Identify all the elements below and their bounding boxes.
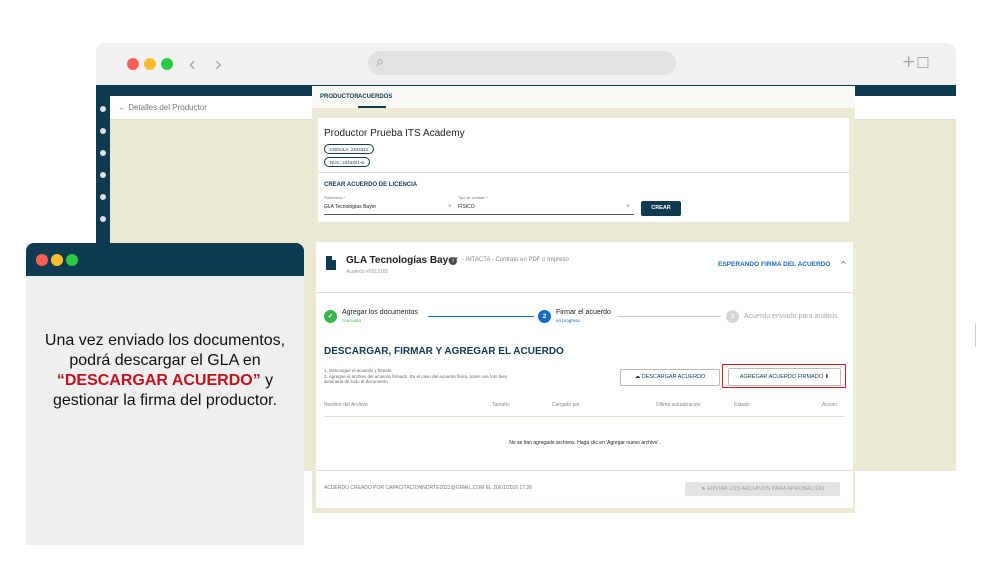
status-badge: ESPERANDO FIRMA DEL ACUERDO [718, 261, 831, 268]
agreement-number: Acuerdo #0013165 [346, 269, 389, 275]
platform-label: Plataforma * [324, 196, 345, 200]
agreement-card: GLA Tecnologías Bayer i - INTACTA - Cont… [316, 242, 853, 508]
cedula-chip: CEDULA: 2344321 [324, 144, 375, 154]
rail-icon[interactable] [100, 172, 106, 178]
platform-underline [324, 214, 458, 215]
maximize-dot[interactable] [161, 58, 173, 70]
step-2-label: Firmar el acuerdo [556, 309, 611, 316]
tab-acuerdos[interactable]: ACUERDOS [358, 94, 392, 100]
callout-highlight: “DESCARGAR ACUERDO” [56, 372, 261, 389]
highlight-box [722, 364, 846, 388]
step-connector [618, 316, 721, 317]
agreements-panel: PRODUCTOR ACUERDOS Productor Prueba ITS … [312, 86, 855, 513]
send-for-approval-label: ENVIAR LOS ARCHIVOS PARA APROBACIÓN [707, 486, 824, 492]
platform-select[interactable]: GLA Tecnologías Bayer [324, 204, 376, 210]
producer-card: Productor Prueba ITS Academy CEDULA: 234… [318, 118, 849, 222]
chevron-up-icon[interactable]: ^ [840, 260, 847, 269]
info-icon[interactable]: i [449, 257, 457, 265]
step-3-circle: 3 [726, 310, 739, 323]
contract-type-label: Tipo de contrato * [458, 196, 488, 200]
step-2-sub: en progreso [556, 318, 581, 323]
browser-toolbar: ‹ › ⌕ +◻ [96, 43, 956, 85]
tab-productor[interactable]: PRODUCTOR [320, 94, 359, 100]
step-2-circle: 2 [538, 310, 551, 323]
callout-text-before: Una vez enviado los documentos, podrá de… [44, 332, 286, 369]
minimize-dot [51, 254, 63, 266]
cloud-download-icon: ☁ [634, 374, 642, 380]
step-1-sub: concluido [342, 318, 362, 323]
callout-text: Una vez enviado los documentos, podrá de… [38, 331, 292, 411]
download-agreement-button[interactable]: ☁ DESCARGAR ACUERDO [620, 369, 720, 386]
producer-name: Productor Prueba ITS Academy [324, 128, 465, 139]
send-for-approval-button[interactable]: ➤ ENVIAR LOS ARCHIVOS PARA APROBACIÓN [685, 482, 840, 496]
callout-card: Una vez enviado los documentos, podrá de… [26, 243, 304, 545]
search-icon: ⌕ [376, 54, 384, 70]
divider [316, 292, 853, 293]
step-1-label: Agregar los documentos [342, 309, 418, 316]
col-header-last-updated: Última actualización [656, 402, 701, 408]
step-connector [428, 316, 534, 317]
divider [318, 172, 849, 173]
download-agreement-label: DESCARGAR ACUERDO [641, 374, 706, 380]
rail-icon[interactable] [100, 150, 106, 156]
agreement-title: GLA Tecnologías Bayer [346, 255, 458, 266]
col-header-status: Estado [734, 402, 750, 408]
download-section-title: DESCARGAR, FIRMAR Y AGREGAR EL ACUERDO [324, 346, 564, 357]
rail-icon[interactable] [100, 194, 106, 200]
close-icon[interactable]: × [626, 204, 630, 210]
minimize-dot[interactable] [144, 58, 156, 70]
active-tab-indicator [358, 106, 386, 108]
col-header-uploaded-by: Cargado por [552, 402, 580, 408]
step-1-check-icon: ✓ [324, 310, 337, 323]
create-section-title: CREAR ACUERDO DE LICENCIA [324, 182, 418, 188]
close-dot[interactable] [127, 58, 139, 70]
tab-bar: PRODUCTOR ACUERDOS [312, 86, 855, 108]
col-header-size: Tamaño [492, 402, 510, 408]
nav-arrows[interactable]: ‹ › [188, 52, 228, 76]
col-header-file-name: Nombre del Archivo [324, 402, 368, 408]
tutorial-slide: ‹ › ⌕ +◻ ← Detalles del Productor PRODUC… [0, 0, 991, 571]
maximize-dot [66, 254, 78, 266]
table-header-divider [324, 416, 845, 417]
rail-icon[interactable] [100, 128, 106, 134]
page-title[interactable]: ← Detalles del Productor [118, 103, 207, 112]
divider [316, 470, 853, 471]
empty-table-message: No se han agregado archivos. Haga clic e… [509, 440, 660, 446]
contract-underline [458, 214, 634, 215]
callout-titlebar [26, 243, 304, 276]
agreement-meta: - INTACTA - Contrato en PDF o Impreso [462, 257, 569, 263]
col-header-action: Acción [822, 402, 838, 408]
close-icon[interactable]: × [448, 204, 452, 210]
step-3-label: Acuerdo enviado para análisis [744, 313, 838, 320]
create-button[interactable]: CREAR [641, 201, 681, 216]
contract-type-select[interactable]: FÍSICO [458, 204, 475, 210]
address-bar[interactable]: ⌕ [368, 51, 676, 75]
rail-icon[interactable] [100, 106, 106, 112]
close-dot [36, 254, 48, 266]
document-icon [326, 256, 336, 270]
new-tab-icon[interactable]: +◻ [902, 52, 930, 72]
edge-mark [975, 323, 976, 347]
rail-icon[interactable] [100, 216, 106, 222]
created-by-text: ACUERDO CREADO POR CAPACITACIONNORTE2022… [324, 485, 533, 491]
ruc-chip: RUC: 2344321-9 [324, 157, 370, 167]
instructions: 1. Descargue el acuerdo y firmelo. 2. Ag… [324, 368, 508, 384]
